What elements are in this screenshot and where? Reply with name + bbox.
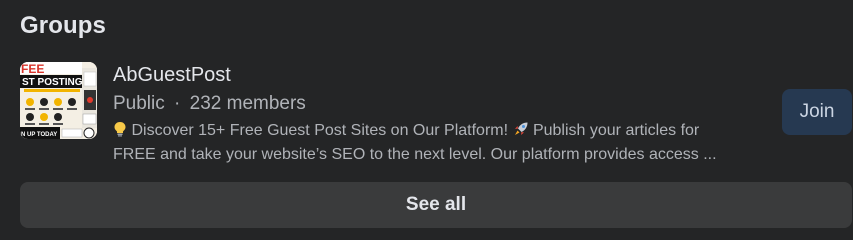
group-meta: Public · 232 members: [113, 93, 306, 115]
thumbnail-footer: N UP TODAY: [21, 132, 57, 138]
join-button[interactable]: Join: [782, 89, 852, 135]
group-thumbnail-image: FEE ST POSTING! N UP TODAY: [20, 62, 97, 139]
thumbnail-line2: ST POSTING!: [22, 77, 86, 88]
description-line-1: Discover 15+ Free Guest Post Sites on Ou…: [113, 120, 773, 144]
group-list-item[interactable]: FEE ST POSTING! N UP TODAY AbGuestPost P…: [20, 62, 853, 163]
group-description: Discover 15+ Free Guest Post Sites on Ou…: [113, 120, 773, 166]
description-text-1: Discover 15+ Free Guest Post Sites on Ou…: [131, 122, 513, 139]
group-member-count: 232 members: [189, 93, 306, 114]
rocket-icon: [513, 121, 529, 144]
thumbnail-line1: FEE: [21, 62, 44, 76]
see-all-button[interactable]: See all: [20, 182, 852, 228]
section-title: Groups: [20, 12, 106, 39]
lightbulb-icon: [113, 121, 127, 144]
group-name[interactable]: AbGuestPost: [113, 64, 231, 87]
description-line-2: FREE and take your website’s SEO to the …: [113, 146, 717, 163]
meta-separator: ·: [174, 93, 181, 114]
groups-card: Groups FEE ST POSTING! N UP TODAY AbGues…: [0, 0, 853, 240]
group-privacy: Public: [113, 93, 165, 114]
description-text-1-tail: Publish your articles for: [532, 122, 700, 139]
group-thumbnail[interactable]: FEE ST POSTING! N UP TODAY: [20, 62, 97, 139]
